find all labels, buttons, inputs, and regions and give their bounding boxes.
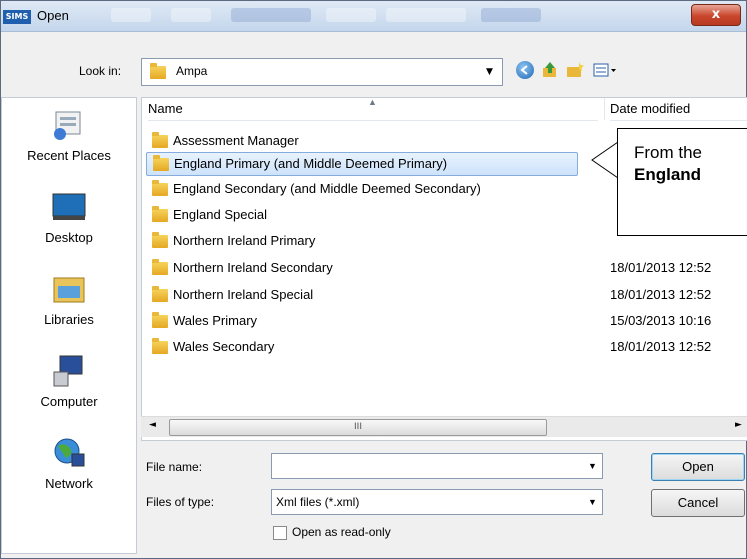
list-item[interactable]: Northern Ireland Secondary — [146, 257, 586, 279]
list-item[interactable]: Wales Secondary — [146, 336, 586, 358]
item-name: Northern Ireland Primary — [173, 233, 316, 248]
background-toolbar-ghost — [326, 8, 376, 22]
chevron-down-icon: ▼ — [588, 497, 597, 507]
network-icon — [50, 436, 88, 470]
item-name: Wales Secondary — [173, 339, 275, 354]
sims-app-icon: SIMS — [3, 10, 31, 24]
place-network[interactable]: Network — [2, 436, 136, 491]
open-button[interactable]: Open — [651, 453, 745, 481]
folder-icon — [150, 63, 166, 79]
place-label: Network — [45, 476, 93, 491]
readonly-label: Open as read-only — [292, 525, 391, 539]
place-label: Libraries — [44, 312, 94, 327]
folder-icon — [152, 206, 168, 223]
place-desktop[interactable]: Desktop — [2, 190, 136, 245]
close-button[interactable]: x — [691, 4, 741, 26]
look-in-value: Ampa — [176, 64, 208, 78]
place-label: Computer — [40, 394, 98, 409]
file-type-dropdown[interactable]: Xml files (*.xml) ▼ — [271, 489, 603, 515]
column-label: Name — [148, 101, 183, 116]
item-date: 18/01/2013 12:52 — [610, 287, 712, 302]
callout-box: From the England — [617, 128, 747, 236]
place-computer[interactable]: Computer — [2, 354, 136, 409]
recent-places-icon — [50, 108, 88, 142]
scroll-left-icon[interactable]: ◄ — [149, 420, 156, 430]
libraries-icon — [50, 272, 88, 306]
new-folder-icon[interactable] — [565, 61, 585, 79]
folder-icon — [152, 180, 168, 197]
up-folder-icon[interactable] — [541, 61, 559, 79]
sort-ascending-icon: ▲ — [368, 97, 377, 107]
list-item[interactable]: England Secondary (and Middle Deemed Sec… — [146, 178, 586, 200]
look-in-label: Look in: — [79, 64, 122, 78]
background-toolbar-ghost — [481, 8, 541, 22]
files-of-type-label: Files of type: — [146, 495, 215, 509]
folder-icon — [152, 259, 168, 276]
item-name: England Special — [173, 207, 267, 222]
background-toolbar-ghost — [386, 8, 466, 22]
folder-icon — [152, 232, 168, 249]
horizontal-scrollbar[interactable]: ◄ III ► — [141, 416, 747, 437]
column-header-date[interactable]: Date modified — [610, 98, 747, 121]
readonly-checkbox[interactable] — [273, 526, 287, 540]
back-icon[interactable] — [516, 61, 534, 79]
callout-pointer — [591, 141, 619, 179]
column-divider — [604, 98, 605, 120]
cancel-button[interactable]: Cancel — [651, 489, 745, 517]
window-title: Open — [37, 8, 69, 23]
place-label: Desktop — [45, 230, 93, 245]
callout-text: From the — [634, 143, 703, 162]
folder-icon — [152, 132, 168, 149]
file-name-label: File name: — [146, 460, 203, 474]
file-name-field[interactable]: ▼ — [271, 453, 603, 479]
background-toolbar-ghost — [111, 8, 151, 22]
scroll-right-icon[interactable]: ► — [735, 420, 742, 430]
list-item[interactable]: Northern Ireland Primary — [146, 230, 586, 252]
places-bar: Recent Places Desktop Libraries Computer… — [1, 97, 137, 554]
open-dialog: SIMS Open x Look in: Ampa ▼ Recent Place… — [0, 0, 747, 559]
folder-icon — [152, 338, 168, 355]
background-toolbar-ghost — [231, 8, 311, 22]
folder-icon — [153, 155, 169, 172]
item-name: Assessment Manager — [173, 133, 299, 148]
place-recent-places[interactable]: Recent Places — [2, 108, 136, 163]
background-toolbar-ghost — [171, 8, 211, 22]
place-label: Recent Places — [27, 148, 111, 163]
item-date: 18/01/2013 12:52 — [610, 339, 712, 354]
item-name: England Secondary (and Middle Deemed Sec… — [173, 181, 481, 196]
column-header-name[interactable]: Name ▲ — [148, 97, 598, 121]
view-menu-icon[interactable] — [593, 61, 619, 79]
item-name: Wales Primary — [173, 313, 258, 328]
title-bar: SIMS Open x — [1, 1, 746, 32]
callout-bold-text: England — [634, 165, 702, 184]
item-date: 18/01/2013 12:52 — [610, 260, 712, 275]
computer-icon — [50, 354, 88, 388]
file-type-value: Xml files (*.xml) — [276, 495, 360, 509]
folder-icon — [152, 312, 168, 329]
chevron-down-icon[interactable]: ▼ — [588, 461, 597, 471]
list-item[interactable]: Northern Ireland Special — [146, 284, 586, 306]
item-name: Northern Ireland Secondary — [173, 260, 333, 275]
desktop-icon — [50, 190, 88, 224]
item-name: Northern Ireland Special — [173, 287, 314, 302]
list-item[interactable]: England Special — [146, 204, 586, 226]
chevron-down-icon: ▼ — [486, 67, 493, 77]
item-date: 15/03/2013 10:16 — [610, 313, 712, 328]
list-item[interactable]: Wales Primary — [146, 310, 586, 332]
scrollbar-thumb[interactable]: III — [169, 419, 547, 436]
list-item[interactable]: Assessment Manager — [146, 130, 586, 152]
place-libraries[interactable]: Libraries — [2, 272, 136, 327]
look-in-dropdown[interactable]: Ampa ▼ — [141, 58, 503, 86]
item-name: England Primary (and Middle Deemed Prima… — [174, 156, 448, 171]
list-item-selected[interactable]: England Primary (and Middle Deemed Prima… — [146, 152, 578, 176]
folder-icon — [152, 286, 168, 303]
